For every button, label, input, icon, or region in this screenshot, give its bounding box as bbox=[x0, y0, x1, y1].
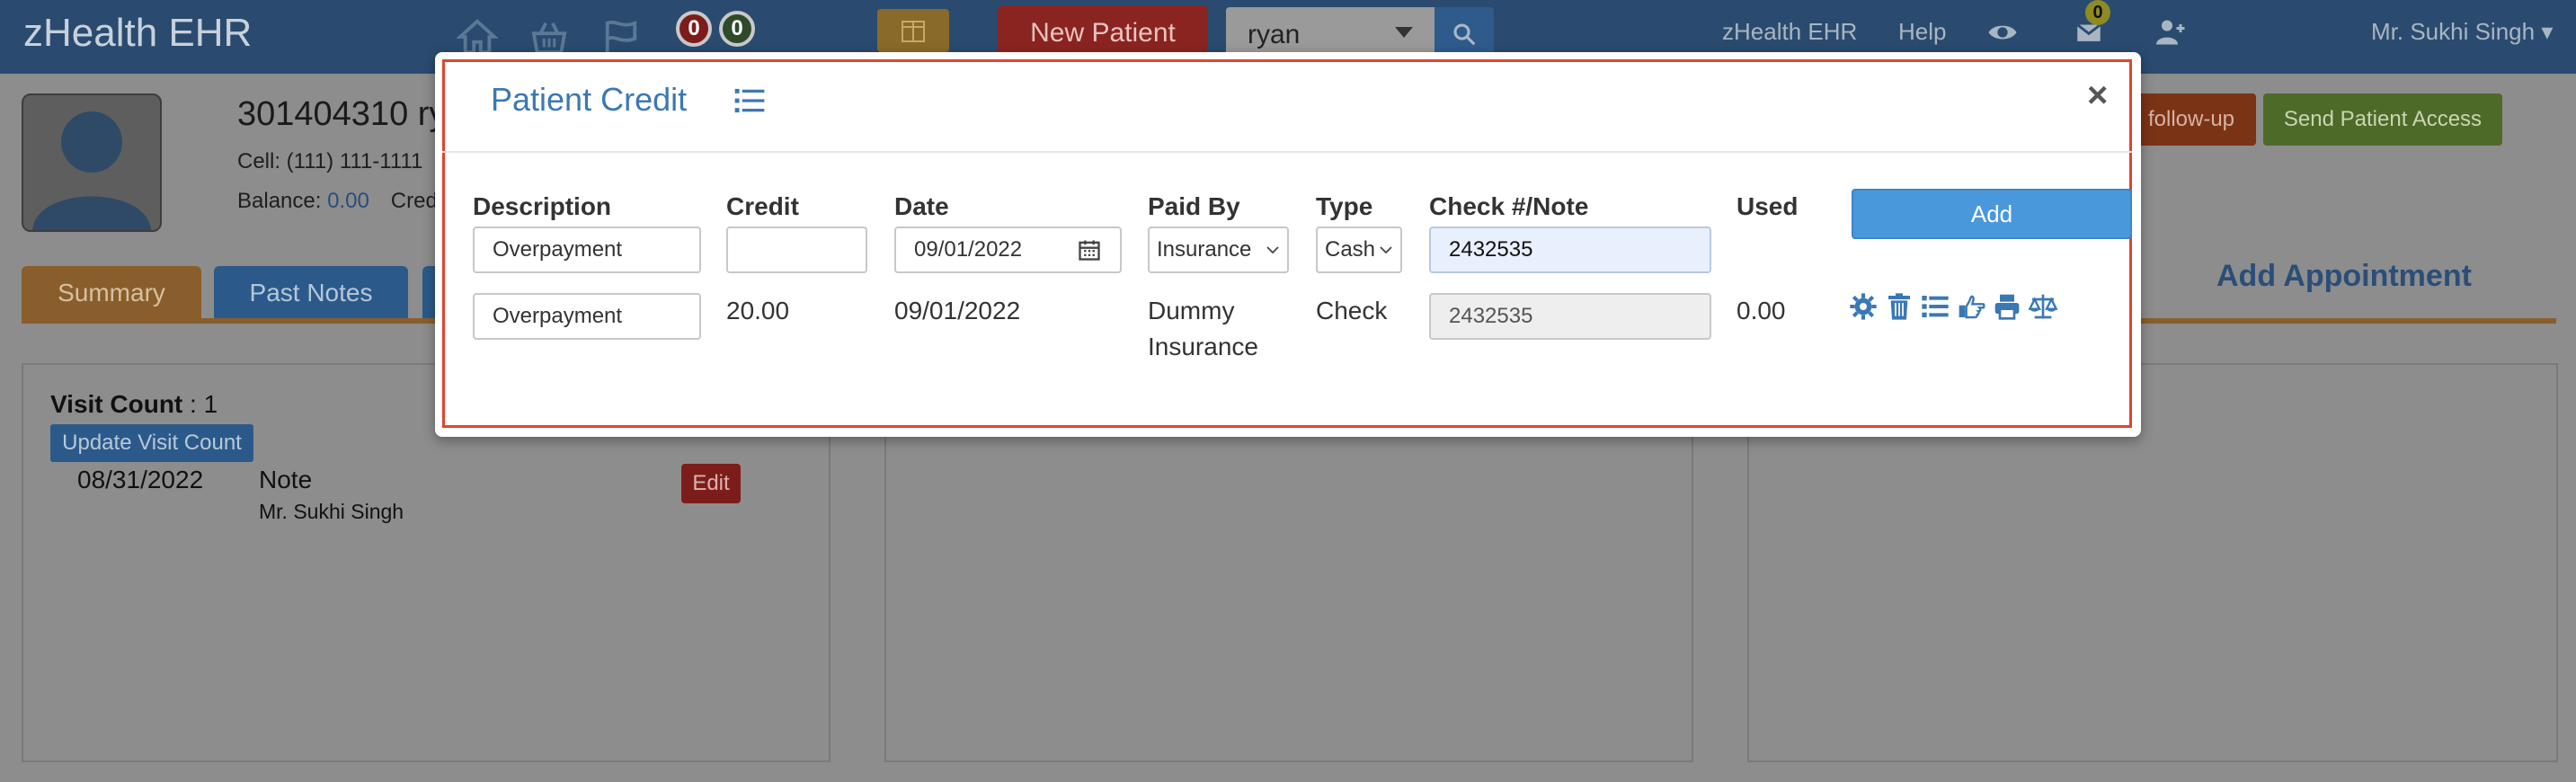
modal-header-divider bbox=[442, 151, 2132, 153]
col-header-description: Description bbox=[473, 192, 612, 220]
visit-provider: Mr. Sukhi Singh bbox=[259, 500, 404, 523]
caret-down-icon[interactable] bbox=[1395, 27, 1413, 38]
patient-name: 301404310 ry bbox=[237, 95, 447, 133]
trash-icon[interactable] bbox=[1884, 291, 1914, 322]
calendar-icon[interactable] bbox=[1077, 237, 1102, 262]
list-icon[interactable] bbox=[1920, 291, 1950, 322]
eye-icon[interactable] bbox=[1983, 13, 2022, 52]
gift-icon[interactable] bbox=[877, 9, 949, 52]
tab-past-notes[interactable]: Past Notes bbox=[214, 266, 408, 320]
caret-down-icon: ▾ bbox=[2535, 18, 2554, 45]
patient-balance: Balance: 0.00 Credi bbox=[237, 189, 442, 214]
col-header-check-note: Check #/Note bbox=[1429, 192, 1589, 220]
paid-by-select-value: Insurance bbox=[1157, 237, 1252, 262]
row-description-input[interactable]: Overpayment bbox=[473, 293, 701, 340]
date-input-value: 09/01/2022 bbox=[914, 237, 1023, 262]
col-header-type: Type bbox=[1316, 192, 1373, 220]
credit-input[interactable] bbox=[726, 227, 867, 273]
row-check-note-input[interactable]: 2432535 bbox=[1429, 293, 1711, 340]
row-date: 09/01/2022 bbox=[894, 297, 1021, 324]
search-icon bbox=[1453, 23, 1476, 46]
paid-by-select[interactable]: Insurance bbox=[1148, 227, 1289, 273]
date-input[interactable]: 09/01/2022 bbox=[894, 227, 1122, 273]
add-appointment-link[interactable]: Add Appointment bbox=[2216, 259, 2472, 294]
visit-count-value: : 1 bbox=[182, 390, 218, 418]
type-select-value: Cash bbox=[1325, 237, 1376, 262]
visit-type: Note bbox=[259, 466, 313, 493]
row-paid-by-line2: Insurance bbox=[1148, 333, 1258, 360]
row-credit: 20.00 bbox=[726, 297, 790, 324]
balance-scale-icon[interactable] bbox=[2028, 291, 2058, 322]
col-header-used: Used bbox=[1737, 192, 1799, 220]
close-icon[interactable]: × bbox=[2087, 76, 2108, 116]
balance-label: Balance: bbox=[237, 189, 328, 213]
col-header-credit: Credit bbox=[726, 192, 799, 220]
modal-title: Patient Credit bbox=[491, 81, 688, 118]
visit-count-label: Visit Count bbox=[50, 390, 183, 418]
user-menu[interactable]: Mr. Sukhi Singh ▾ bbox=[2371, 18, 2553, 46]
col-header-date: Date bbox=[894, 192, 949, 220]
hand-pointer-icon[interactable] bbox=[1956, 291, 1986, 322]
message-count-badge: 0 bbox=[2085, 0, 2110, 25]
alert-count-badge[interactable]: 0 bbox=[676, 11, 712, 47]
row-actions bbox=[1848, 291, 2058, 322]
tab-summary[interactable]: Summary bbox=[22, 266, 201, 320]
nav-link-help[interactable]: Help bbox=[1898, 18, 1946, 46]
chevron-down-icon bbox=[1380, 246, 1392, 254]
print-icon[interactable] bbox=[1992, 291, 2022, 322]
patient-avatar bbox=[22, 93, 162, 232]
patient-cell: Cell: (111) 111-1111 bbox=[237, 149, 423, 173]
gear-icon[interactable] bbox=[1848, 291, 1879, 322]
row-used: 0.00 bbox=[1737, 297, 1786, 324]
description-input[interactable]: Overpayment bbox=[473, 227, 701, 273]
add-button[interactable]: Add bbox=[1852, 189, 2132, 239]
row-type: Check bbox=[1316, 297, 1388, 324]
user-name: Mr. Sukhi Singh bbox=[2371, 18, 2536, 45]
task-count-badge[interactable]: 0 bbox=[719, 11, 755, 47]
app-brand[interactable]: zHealth EHR bbox=[23, 11, 252, 56]
follow-up-button[interactable]: follow-up bbox=[2127, 93, 2256, 146]
check-note-input[interactable]: 2432535 bbox=[1429, 227, 1711, 273]
type-select[interactable]: Cash bbox=[1316, 227, 1402, 273]
row-paid-by: Dummy bbox=[1148, 297, 1235, 324]
visit-date: 08/31/2022 bbox=[77, 466, 204, 493]
balance-value[interactable]: 0.00 bbox=[327, 189, 369, 213]
col-header-paid-by: Paid By bbox=[1148, 192, 1240, 220]
edit-visit-button[interactable]: Edit bbox=[681, 464, 741, 503]
visit-count: Visit Count : 1 bbox=[50, 390, 218, 419]
nav-link-ehr[interactable]: zHealth EHR bbox=[1722, 18, 1857, 46]
add-user-icon[interactable] bbox=[2150, 13, 2190, 52]
chevron-down-icon bbox=[1266, 246, 1279, 254]
list-icon[interactable] bbox=[732, 84, 768, 117]
update-visit-count-button[interactable]: Update Visit Count bbox=[50, 424, 253, 462]
send-patient-access-button[interactable]: Send Patient Access bbox=[2263, 93, 2502, 146]
